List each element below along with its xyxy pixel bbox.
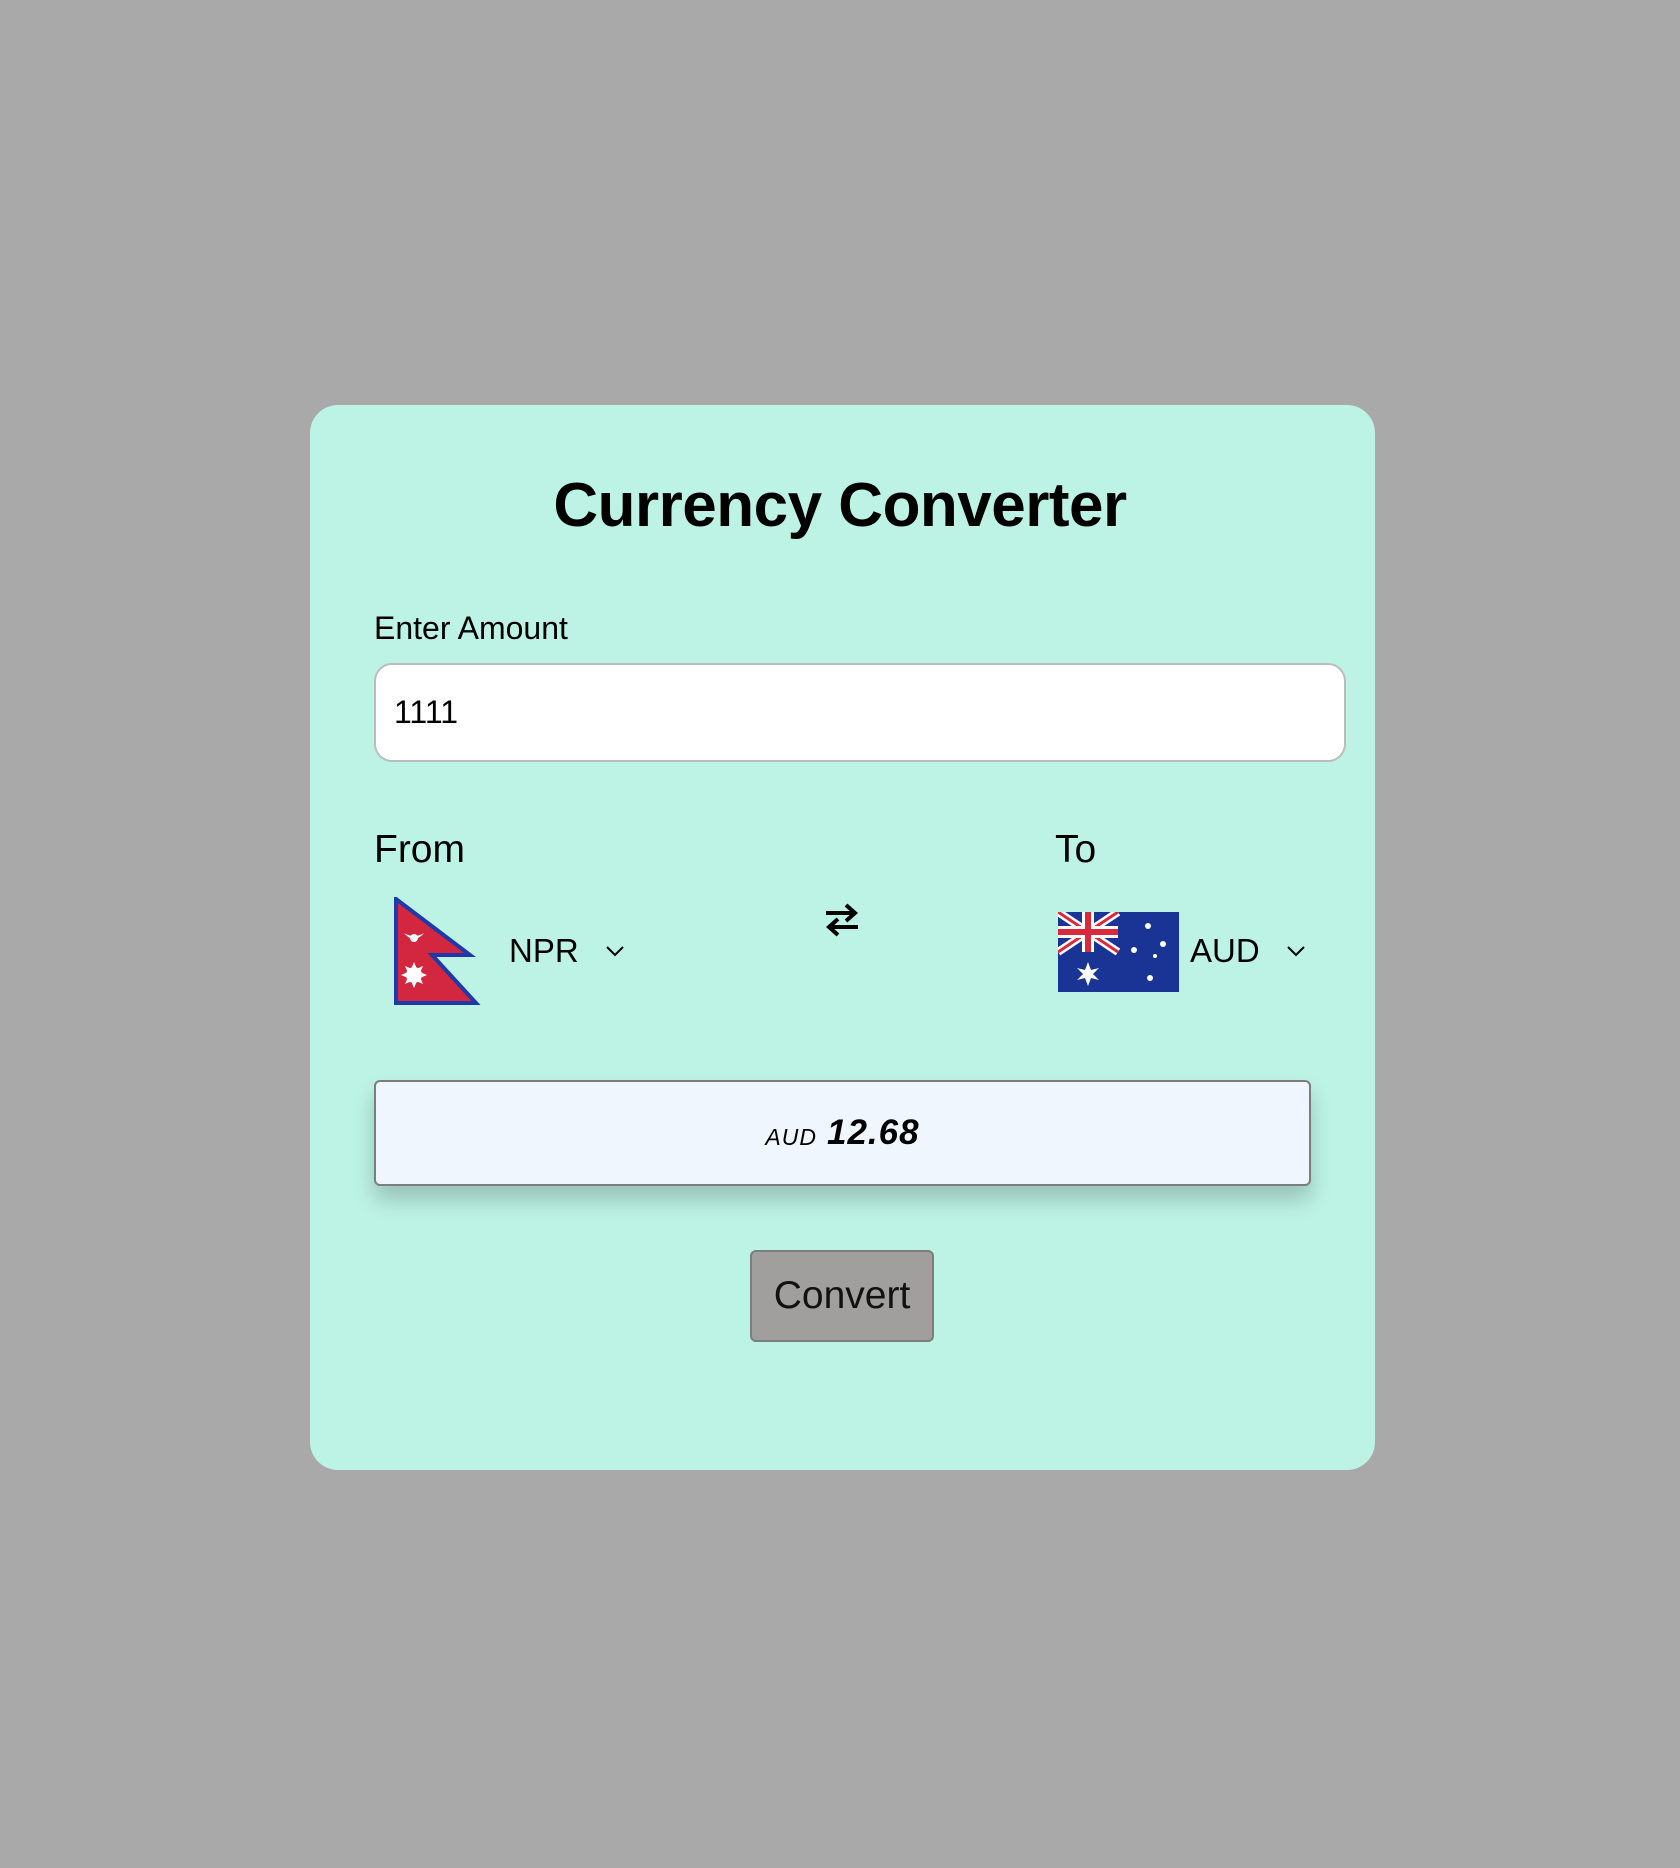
swap-arrows-icon[interactable] [824, 902, 860, 938]
convert-button[interactable]: Convert [750, 1250, 934, 1342]
result-currency: AUD [765, 1123, 817, 1150]
result-value: 12.68 [826, 1113, 920, 1152]
chevron-down-icon [1286, 946, 1305, 957]
australia-flag-icon [1058, 912, 1179, 992]
chevron-down-icon [605, 946, 624, 957]
nepal-flag-icon [394, 897, 481, 1005]
from-label: From [374, 828, 465, 871]
amount-label: Enter Amount [374, 610, 568, 646]
from-currency-select[interactable]: NPR [509, 932, 625, 970]
amount-input[interactable] [374, 663, 1346, 762]
from-currency-code: NPR [509, 932, 579, 969]
page-title: Currency Converter [553, 471, 1127, 540]
to-label: To [1055, 828, 1097, 871]
conversion-result: AUD 12.68 [374, 1080, 1311, 1186]
to-currency-code: AUD [1190, 932, 1260, 969]
to-currency-select[interactable]: AUD [1190, 932, 1306, 970]
